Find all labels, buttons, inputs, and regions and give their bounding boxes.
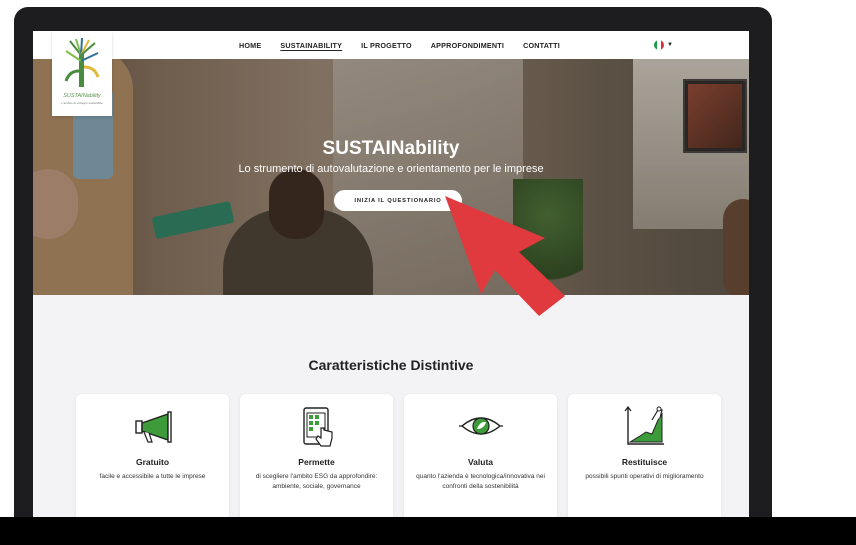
hero-title: SUSTAINability bbox=[322, 138, 460, 159]
eye-leaf-icon bbox=[404, 406, 557, 446]
feature-desc: facile e accessibile a tutte le imprese bbox=[99, 473, 206, 480]
tree-logo-icon bbox=[64, 37, 100, 87]
feature-card-permette: Permette di scegliere l'ambito ESG da ap… bbox=[240, 394, 393, 517]
nav-links: HOME SUSTAINABILITY IL PROGETTO APPROFON… bbox=[239, 31, 560, 59]
features-cards: Gratuito facile e accessibile a tutte le… bbox=[76, 394, 721, 517]
hero-subtitle: Lo strumento di autovalutazione e orient… bbox=[238, 163, 544, 175]
top-navbar: HOME SUSTAINABILITY IL PROGETTO APPROFON… bbox=[33, 31, 749, 59]
hero-overlay bbox=[33, 59, 749, 295]
hero-banner: SUSTAINability Lo strumento di autovalut… bbox=[33, 59, 749, 295]
growth-chart-icon bbox=[568, 406, 721, 448]
browser-screen: HOME SUSTAINABILITY IL PROGETTO APPROFON… bbox=[33, 31, 749, 517]
laptop-base bbox=[0, 517, 856, 545]
logo-tagline: L'ambito di sviluppo sostenibile bbox=[61, 101, 103, 105]
nav-approfondimenti[interactable]: APPROFONDIMENTI bbox=[431, 41, 504, 50]
language-selector[interactable]: ▼ bbox=[654, 40, 673, 50]
nav-sustainability[interactable]: SUSTAINABILITY bbox=[280, 41, 342, 50]
nav-home[interactable]: HOME bbox=[239, 41, 261, 50]
feature-card-valuta: Valuta quanto l'azienda è tecnologica/in… bbox=[404, 394, 557, 517]
feature-card-gratuito: Gratuito facile e accessibile a tutte le… bbox=[76, 394, 229, 517]
megaphone-icon bbox=[76, 406, 229, 446]
site-logo[interactable]: SUSTAINability L'ambito di sviluppo sost… bbox=[52, 31, 112, 116]
feature-title: Restituisce bbox=[621, 457, 668, 467]
feature-card-restituisce: Restituisce possibili spunti operativi d… bbox=[568, 394, 721, 517]
tablet-touch-icon bbox=[240, 406, 393, 448]
chevron-down-icon: ▼ bbox=[667, 42, 673, 48]
nav-contatti[interactable]: CONTATTI bbox=[523, 41, 560, 50]
feature-desc: quanto l'azienda è tecnologica/innovativ… bbox=[416, 473, 545, 490]
pointer-arrow-icon bbox=[445, 196, 565, 316]
feature-title: Permette bbox=[298, 457, 335, 467]
logo-wordmark: SUSTAINability bbox=[63, 93, 101, 99]
feature-title: Valuta bbox=[467, 457, 494, 467]
nav-il-progetto[interactable]: IL PROGETTO bbox=[361, 41, 412, 50]
feature-desc: di scegliere l'ambito ESG da approfondir… bbox=[255, 473, 378, 490]
feature-desc: possibili spunti operativi di migliorame… bbox=[585, 473, 704, 480]
italy-flag-icon bbox=[654, 40, 664, 50]
feature-title: Gratuito bbox=[135, 457, 170, 467]
features-title: Caratteristiche Distintive bbox=[308, 357, 474, 373]
